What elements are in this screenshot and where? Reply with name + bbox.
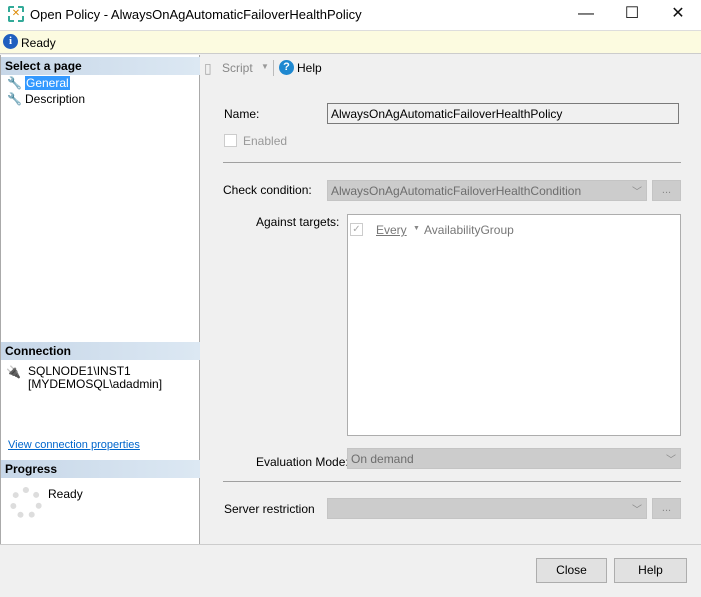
progress-spinner-icon — [10, 487, 42, 519]
sidebar: Select a page 🔧 General 🔧 Description Co… — [0, 55, 200, 544]
close-window-button[interactable]: ✕ — [655, 0, 701, 30]
check-condition-value: AlwaysOnAgAutomaticFailoverHealthConditi… — [331, 184, 582, 198]
against-targets-label: Against targets: — [256, 215, 340, 229]
script-icon: ▯ — [204, 60, 212, 76]
chevron-down-icon: ﹀ — [632, 187, 642, 198]
targets-box: ✓ Every ▼ AvailabilityGroup — [347, 214, 681, 436]
divider — [223, 162, 681, 163]
chevron-down-icon: ﹀ — [632, 505, 642, 516]
title-bar: ✕ Open Policy - AlwaysOnAgAutomaticFailo… — [0, 0, 701, 30]
script-dropdown-icon[interactable]: ▼ — [261, 62, 269, 71]
toolbar-separator — [273, 60, 274, 76]
sidebar-item-description[interactable]: 🔧 Description — [7, 91, 85, 107]
toolbar: ▯ Script ▼ ? Help — [201, 55, 701, 81]
target-type: AvailabilityGroup — [424, 223, 514, 237]
progress-header: Progress — [1, 460, 200, 478]
script-button[interactable]: Script — [222, 61, 253, 75]
sidebar-item-label: Description — [25, 92, 86, 106]
close-button[interactable]: Close — [536, 558, 607, 583]
status-bar: i Ready — [0, 30, 701, 54]
minimize-button[interactable]: — — [563, 0, 609, 30]
help-button[interactable]: Help — [614, 558, 687, 583]
policy-app-icon: ✕ — [8, 6, 24, 22]
check-condition-dropdown[interactable]: AlwaysOnAgAutomaticFailoverHealthConditi… — [327, 180, 647, 201]
status-text: Ready — [21, 36, 56, 50]
server-restriction-dropdown[interactable]: ﹀ — [327, 498, 647, 519]
window-title: Open Policy - AlwaysOnAgAutomaticFailove… — [30, 7, 362, 22]
wrench-icon: 🔧 — [7, 92, 22, 106]
chevron-down-icon: ﹀ — [666, 455, 676, 466]
divider — [223, 481, 681, 482]
server-restriction-ellipsis-button[interactable]: ... — [652, 498, 681, 519]
info-icon: i — [3, 34, 18, 49]
connection-user: [MYDEMOSQL\adadmin] — [28, 377, 163, 391]
target-every-link[interactable]: Every — [376, 223, 407, 237]
evaluation-mode-label: Evaluation Mode: — [256, 455, 349, 469]
help-toolbar-button[interactable]: Help — [297, 61, 322, 75]
name-input[interactable]: AlwaysOnAgAutomaticFailoverHealthPolicy — [327, 103, 679, 124]
connection-icon: 🔌 — [6, 365, 21, 379]
sidebar-item-general[interactable]: 🔧 General — [7, 75, 70, 91]
check-condition-label: Check condition: — [223, 183, 312, 197]
enabled-checkbox[interactable] — [224, 134, 237, 147]
evaluation-mode-value: On demand — [351, 452, 414, 466]
select-page-header: Select a page — [1, 57, 200, 75]
name-label: Name: — [224, 107, 260, 121]
footer: Close Help — [0, 544, 701, 597]
sidebar-item-label: General — [25, 76, 70, 90]
server-name: SQLNODE1\INST1 — [28, 364, 131, 378]
maximize-button[interactable]: ☐ — [609, 0, 655, 30]
view-connection-properties-link[interactable]: View connection properties — [8, 439, 140, 451]
server-restriction-label: Server restriction — [224, 502, 315, 516]
wrench-icon: 🔧 — [7, 76, 22, 90]
progress-status: Ready — [48, 487, 83, 501]
help-icon: ? — [279, 60, 294, 75]
check-condition-ellipsis-button[interactable]: ... — [652, 180, 681, 201]
target-dropdown-icon[interactable]: ▼ — [413, 225, 420, 232]
evaluation-mode-dropdown[interactable]: On demand ﹀ — [347, 448, 681, 469]
target-checkbox[interactable]: ✓ — [350, 223, 363, 236]
enabled-label: Enabled — [243, 134, 288, 148]
connection-header: Connection — [1, 342, 200, 360]
